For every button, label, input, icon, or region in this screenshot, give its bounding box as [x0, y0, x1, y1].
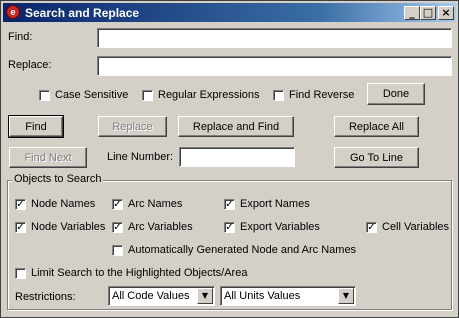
chevron-down-icon[interactable]: ▼ — [197, 288, 213, 304]
find-label: Find: — [8, 31, 33, 43]
checkbox-box — [273, 89, 284, 101]
node-variables-checkbox[interactable]: ✓ Node Variables — [15, 221, 105, 233]
find-reverse-checkbox[interactable]: Find Reverse — [273, 89, 354, 101]
check-icon: ✓ — [224, 198, 235, 210]
replace-all-button[interactable]: Replace All — [334, 116, 419, 137]
close-button[interactable]: × — [438, 6, 454, 20]
units-values-selected: All Units Values — [224, 290, 301, 302]
auto-generated-names-label: Automatically Generated Node and Arc Nam… — [128, 244, 357, 256]
app-icon: e — [6, 5, 20, 19]
search-replace-dialog: e Search and Replace _ □ × Find: Replace… — [0, 0, 459, 318]
find-next-button[interactable]: Find Next — [9, 147, 87, 168]
units-values-select[interactable]: All Units Values ▼ — [220, 286, 356, 306]
checkbox-box — [142, 89, 153, 101]
window-title: Search and Replace — [25, 6, 140, 20]
node-names-label: Node Names — [31, 198, 96, 210]
line-number-input[interactable] — [179, 147, 295, 167]
replace-button[interactable]: Replace — [98, 116, 167, 137]
replace-label: Replace: — [8, 59, 52, 71]
arc-variables-checkbox[interactable]: ✓ Arc Variables — [112, 221, 193, 233]
maximize-button[interactable]: □ — [420, 6, 436, 20]
export-names-label: Export Names — [240, 198, 310, 210]
line-number-label: Line Number: — [107, 151, 174, 163]
minimize-button[interactable]: _ — [404, 6, 420, 20]
case-sensitive-label: Case Sensitive — [55, 89, 129, 101]
find-button[interactable]: Find — [8, 115, 64, 138]
check-icon: ✓ — [15, 198, 26, 210]
arc-names-checkbox[interactable]: ✓ Arc Names — [112, 198, 182, 210]
replace-and-find-button[interactable]: Replace and Find — [178, 116, 294, 137]
regular-expressions-checkbox[interactable]: Regular Expressions — [142, 89, 260, 101]
find-reverse-label: Find Reverse — [289, 89, 355, 101]
regular-expressions-label: Regular Expressions — [158, 89, 260, 101]
arc-variables-label: Arc Variables — [128, 221, 193, 233]
check-icon: ✓ — [224, 221, 235, 233]
limit-search-label: Limit Search to the Highlighted Objects/… — [31, 267, 248, 279]
code-values-selected: All Code Values — [112, 290, 190, 302]
export-names-checkbox[interactable]: ✓ Export Names — [224, 198, 310, 210]
cell-variables-label: Cell Variables — [382, 221, 450, 233]
node-names-checkbox[interactable]: ✓ Node Names — [15, 198, 95, 210]
done-button[interactable]: Done — [367, 83, 425, 105]
check-icon: ✓ — [112, 221, 123, 233]
check-icon: ✓ — [112, 198, 123, 210]
checkbox-box — [15, 267, 26, 279]
arc-names-label: Arc Names — [128, 198, 183, 210]
replace-input[interactable] — [97, 56, 452, 76]
checkbox-box — [112, 244, 123, 256]
cell-variables-checkbox[interactable]: ✓ Cell Variables — [366, 221, 449, 233]
case-sensitive-checkbox[interactable]: Case Sensitive — [39, 89, 128, 101]
check-icon: ✓ — [15, 221, 26, 233]
objects-to-search-title: Objects to Search — [12, 173, 104, 185]
check-icon: ✓ — [366, 221, 377, 233]
restrictions-label: Restrictions: — [15, 291, 76, 303]
auto-generated-names-checkbox[interactable]: Automatically Generated Node and Arc Nam… — [112, 244, 356, 256]
title-bar[interactable]: e Search and Replace _ □ × — [3, 3, 456, 22]
node-variables-label: Node Variables — [31, 221, 106, 233]
limit-search-checkbox[interactable]: Limit Search to the Highlighted Objects/… — [15, 267, 247, 279]
checkbox-box — [39, 89, 50, 101]
find-input[interactable] — [97, 28, 452, 48]
export-variables-checkbox[interactable]: ✓ Export Variables — [224, 221, 320, 233]
export-variables-label: Export Variables — [240, 221, 320, 233]
code-values-select[interactable]: All Code Values ▼ — [108, 286, 215, 306]
chevron-down-icon[interactable]: ▼ — [338, 288, 354, 304]
go-to-line-button[interactable]: Go To Line — [334, 147, 419, 168]
